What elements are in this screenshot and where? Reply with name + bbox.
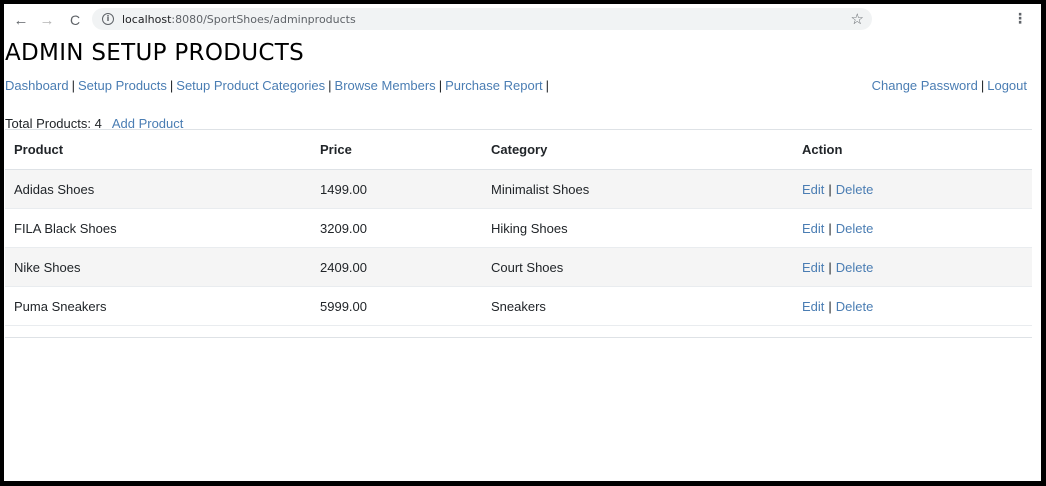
page-title: ADMIN SETUP PRODUCTS — [5, 40, 304, 66]
table-row: Adidas Shoes 1499.00 Minimalist Shoes Ed… — [5, 169, 1032, 209]
nav-link-browse-members[interactable]: Browse Members — [335, 78, 436, 93]
action-cell: Edit | Delete — [793, 286, 1032, 326]
action-separator: | — [828, 298, 832, 314]
nav-separator: | — [545, 78, 550, 93]
action-separator: | — [828, 181, 832, 197]
table-bottom-rule — [5, 337, 1032, 338]
price-cell: 1499.00 — [311, 169, 482, 209]
category-cell: Minimalist Shoes — [482, 169, 793, 209]
nav-separator: | — [980, 78, 985, 93]
products-table: Product Price Category Action Adidas Sho… — [5, 129, 1032, 326]
delete-link[interactable]: Delete — [836, 260, 874, 275]
delete-link[interactable]: Delete — [836, 299, 874, 314]
column-header-action: Action — [793, 129, 1032, 170]
edit-link[interactable]: Edit — [802, 182, 824, 197]
nav-link-logout[interactable]: Logout — [987, 78, 1027, 93]
browser-window: ← → C i localhost:8080/SportShoes/adminp… — [0, 0, 1046, 486]
nav-separator: | — [71, 78, 75, 93]
nav-link-dashboard[interactable]: Dashboard — [5, 78, 69, 93]
action-cell: Edit | Delete — [793, 208, 1032, 248]
nav-link-change-password[interactable]: Change Password — [872, 78, 978, 93]
nav-link-purchase-report[interactable]: Purchase Report — [445, 78, 543, 93]
table-row: Nike Shoes 2409.00 Court Shoes Edit | Dele… — [5, 247, 1032, 287]
reload-icon[interactable]: C — [64, 9, 86, 31]
category-cell: Court Shoes — [482, 247, 793, 287]
url-text[interactable]: localhost:8080/SportShoes/adminproducts — [122, 13, 356, 26]
nav-right: Change Password | Logout — [872, 78, 1027, 93]
action-separator: | — [828, 220, 832, 236]
column-header-product: Product — [5, 129, 311, 170]
back-arrow-icon[interactable]: ← — [10, 9, 32, 31]
price-cell: 3209.00 — [311, 208, 482, 248]
edit-link[interactable]: Edit — [802, 221, 824, 236]
nav-separator: | — [328, 78, 332, 93]
browser-toolbar: ← → C i localhost:8080/SportShoes/adminp… — [4, 4, 1041, 36]
url-path: :8080/SportShoes/adminproducts — [171, 12, 356, 26]
bookmark-star-icon[interactable]: ☆ — [851, 10, 864, 28]
product-name-cell: Puma Sneakers — [5, 286, 311, 326]
nav-link-setup-product-categories[interactable]: Setup Product Categories — [176, 78, 325, 93]
column-header-price: Price — [311, 129, 482, 170]
product-name-cell: FILA Black Shoes — [5, 208, 311, 248]
forward-arrow-icon[interactable]: → — [36, 9, 58, 31]
nav-left: Dashboard | Setup Products | Setup Product C… — [5, 78, 552, 93]
delete-link[interactable]: Delete — [836, 221, 874, 236]
price-cell: 5999.00 — [311, 286, 482, 326]
product-name-cell: Adidas Shoes — [5, 169, 311, 209]
nav-separator: | — [169, 78, 174, 93]
url-host: localhost — [122, 12, 172, 26]
category-cell: Sneakers — [482, 286, 793, 326]
column-header-category: Category — [482, 129, 793, 170]
table-header-row: Product Price Category Action — [5, 129, 1032, 170]
table-row: Puma Sneakers 5999.00 Sneakers Edit | Dele… — [5, 286, 1032, 326]
action-separator: | — [828, 259, 832, 275]
action-cell: Edit | Delete — [793, 169, 1032, 209]
admin-nav: Dashboard | Setup Products | Setup Product C… — [5, 78, 1027, 93]
price-cell: 2409.00 — [311, 247, 482, 287]
edit-link[interactable]: Edit — [802, 260, 824, 275]
info-icon[interactable]: i — [102, 13, 114, 25]
table-row: FILA Black Shoes 3209.00 Hiking Shoes Ed… — [5, 208, 1032, 248]
nav-separator: | — [438, 78, 443, 93]
delete-link[interactable]: Delete — [836, 182, 874, 197]
browser-menu-icon[interactable]: ⋮ — [1013, 11, 1027, 25]
product-name-cell: Nike Shoes — [5, 247, 311, 287]
nav-link-setup-products[interactable]: Setup Products — [78, 78, 167, 93]
edit-link[interactable]: Edit — [802, 299, 824, 314]
address-bar[interactable]: i localhost:8080/SportShoes/adminproduct… — [92, 8, 872, 30]
category-cell: Hiking Shoes — [482, 208, 793, 248]
action-cell: Edit | Delete — [793, 247, 1032, 287]
